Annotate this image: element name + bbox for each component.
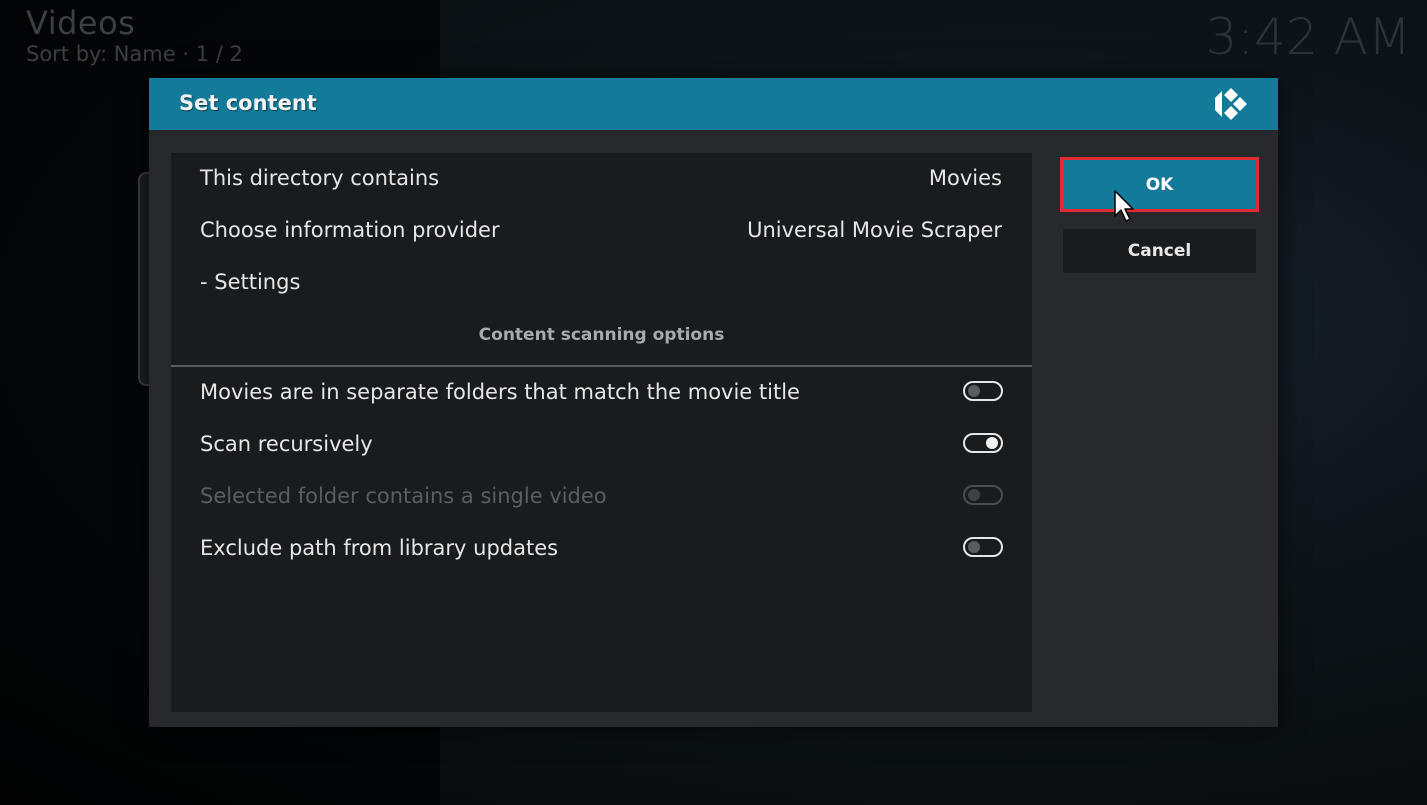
section-header: Content scanning options (478, 325, 725, 345)
dialog-title: Set content (179, 91, 317, 115)
option-label: Selected folder contains a single video (200, 484, 607, 508)
row-label: This directory contains (200, 166, 440, 190)
row-label: Choose information provider (200, 218, 500, 242)
toggle-knob (986, 437, 998, 449)
clock: 3:42 AM (1205, 8, 1411, 66)
toggle-knob (968, 489, 980, 501)
set-content-dialog: Set content This directory contains Movi… (149, 78, 1278, 727)
option-label: Movies are in separate folders that matc… (200, 380, 800, 404)
cancel-button[interactable]: Cancel (1063, 229, 1256, 273)
toggle-switch[interactable] (963, 537, 1003, 557)
toggle-switch[interactable] (963, 433, 1003, 453)
option-label: Scan recursively (200, 432, 373, 456)
row-value: Movies (928, 166, 1002, 190)
background-sort-info: Sort by: Name · 1 / 2 (26, 42, 243, 66)
row-value: Universal Movie Scraper (747, 218, 1002, 242)
option-exclude-path[interactable]: Exclude path from library updates (171, 523, 1032, 575)
background-section-title: Videos (26, 4, 136, 42)
ok-button[interactable]: OK (1060, 157, 1259, 212)
option-separate-folders[interactable]: Movies are in separate folders that matc… (171, 367, 1032, 419)
row-settings[interactable]: - Settings (171, 257, 1032, 309)
option-scan-recursively[interactable]: Scan recursively (171, 419, 1032, 471)
option-single-video: Selected folder contains a single video (171, 471, 1032, 523)
dialog-header: Set content (149, 78, 1278, 130)
mouse-pointer-icon (1114, 190, 1134, 222)
toggle-knob (968, 541, 980, 553)
row-label: - Settings (200, 270, 301, 294)
toggle-switch (963, 485, 1003, 505)
row-directory-contains[interactable]: This directory contains Movies (171, 153, 1032, 205)
option-label: Exclude path from library updates (200, 536, 559, 560)
settings-panel: This directory contains Movies Choose in… (171, 153, 1032, 712)
row-information-provider[interactable]: Choose information provider Universal Mo… (171, 205, 1032, 257)
kodi-logo-icon (1215, 88, 1247, 120)
toggle-knob (968, 385, 980, 397)
kodi-screen: Videos Sort by: Name · 1 / 2 3:42 AM Set… (0, 0, 1427, 805)
toggle-switch[interactable] (963, 381, 1003, 401)
